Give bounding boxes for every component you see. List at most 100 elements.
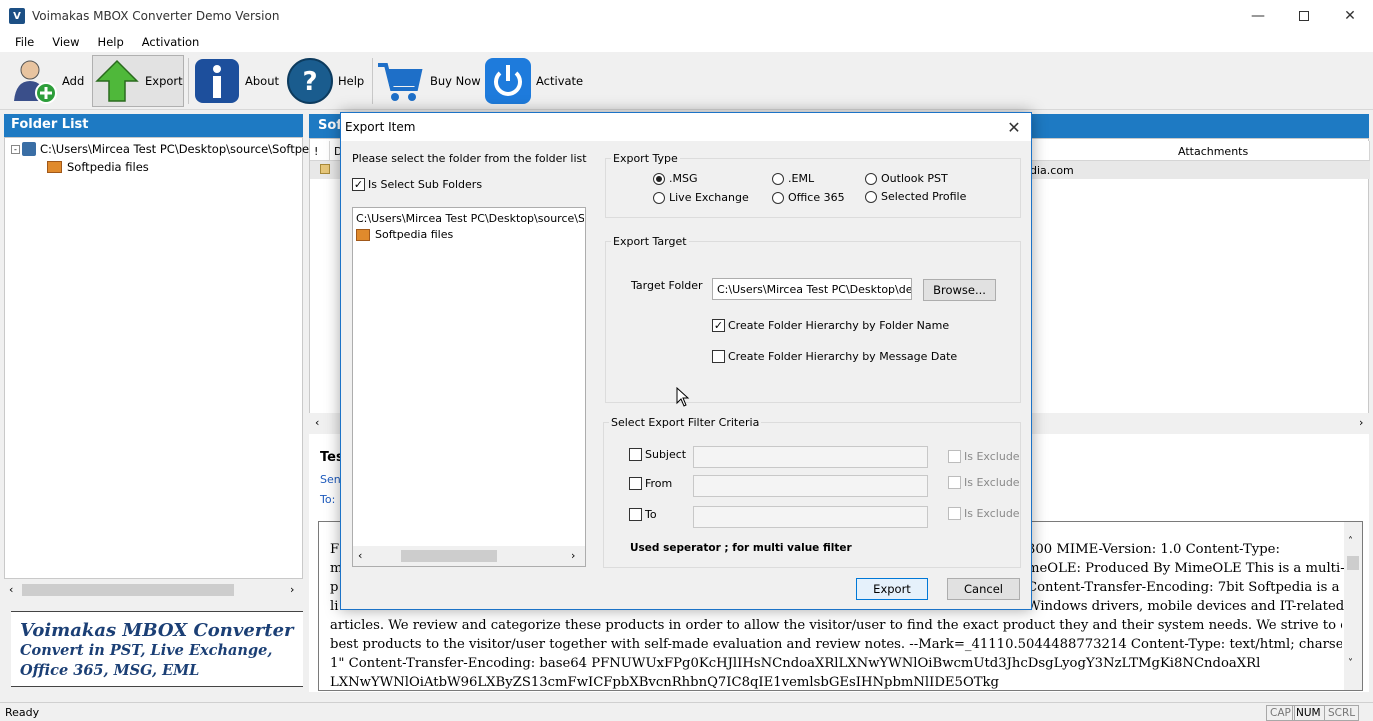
preview-to-label: To: — [320, 493, 336, 506]
activate-button[interactable]: Activate — [484, 55, 583, 107]
body-right-fragment: 300 MIME-Version: 1.0 Content-Type: — [1027, 542, 1280, 557]
filter-to-label: To — [645, 508, 657, 521]
scrl-indicator: SCRL — [1324, 705, 1360, 721]
buy-now-label: Buy Now — [430, 74, 481, 88]
info-icon — [193, 57, 241, 105]
radio-live-exchange[interactable]: Live Exchange — [653, 191, 749, 204]
scroll-left-icon[interactable]: ‹ — [9, 583, 13, 596]
help-label: Help — [338, 74, 365, 88]
from-exclude-checkbox[interactable]: Is Exclude — [948, 476, 1020, 489]
radio-eml-label: .EML — [788, 172, 815, 185]
radio-eml[interactable]: .EML — [772, 172, 814, 185]
menu-activation[interactable]: Activation — [133, 35, 209, 49]
scroll-down-icon[interactable]: ˅ — [1348, 658, 1353, 669]
tree-root-item[interactable]: - C:\Users\Mircea Test PC\Desktop\source… — [11, 142, 309, 156]
dialog-close-button[interactable]: ✕ — [997, 113, 1031, 141]
toolbar-separator — [372, 58, 373, 104]
filter-from-input[interactable] — [693, 475, 928, 497]
filter-label: Select Export Filter Criteria — [609, 416, 762, 429]
close-button[interactable]: ✕ — [1327, 0, 1373, 32]
about-button[interactable]: About — [193, 55, 279, 107]
radio-icon — [772, 191, 784, 204]
folder-icon — [356, 228, 370, 241]
brand-banner: Voimakas MBOX Converter Convert in PST, … — [11, 611, 303, 687]
body-line: best products to the visitor/user togeth… — [330, 637, 1342, 652]
folder-tree: - C:\Users\Mircea Test PC\Desktop\source… — [4, 137, 309, 579]
radio-msg[interactable]: .MSG — [653, 172, 698, 185]
minimize-button[interactable]: — — [1235, 0, 1281, 32]
status-bar: Ready CAP NUM SCRL — [0, 702, 1373, 721]
folder-icon — [47, 161, 62, 173]
body-right-fragment: Windows drivers, mobile devices and IT-r… — [1027, 599, 1345, 614]
dialog-tree-root[interactable]: C:\Users\Mircea Test PC\Desktop\source\S… — [356, 212, 584, 225]
col-attachments[interactable]: Attachments — [1174, 141, 1370, 161]
collapse-icon[interactable]: - — [11, 144, 20, 154]
browse-button[interactable]: Browse... — [923, 279, 996, 301]
filter-to-input[interactable] — [693, 506, 928, 528]
target-folder-input[interactable]: C:\Users\Mircea Test PC\Desktop\destin — [712, 278, 912, 300]
scroll-left-icon[interactable]: ‹ — [358, 549, 362, 562]
radio-icon — [865, 172, 877, 185]
subject-exclude-checkbox[interactable]: Is Exclude — [948, 450, 1020, 463]
computer-icon — [22, 142, 36, 156]
body-vertical-scrollbar[interactable]: ˄ ˅ — [1344, 522, 1362, 690]
scroll-thumb[interactable] — [1347, 556, 1359, 570]
help-button[interactable]: ? Help — [286, 55, 364, 107]
dialog-tree-child[interactable]: Softpedia files — [356, 228, 453, 241]
radio-365-label: Office 365 — [788, 191, 845, 204]
menu-file[interactable]: File — [6, 35, 43, 49]
checkbox-disabled-icon — [948, 450, 961, 463]
target-folder-label: Target Folder — [631, 279, 703, 292]
radio-msg-label: .MSG — [669, 172, 698, 185]
cap-indicator: CAP — [1266, 705, 1295, 721]
checkbox-unchecked-icon — [629, 448, 642, 461]
sub-folders-checkbox[interactable]: ✓ Is Select Sub Folders — [352, 178, 482, 191]
col-flag[interactable]: ! — [310, 141, 330, 161]
to-exclude-label: Is Exclude — [964, 507, 1020, 520]
export-target-label: Export Target — [611, 235, 689, 248]
filter-to-checkbox[interactable]: To — [629, 508, 657, 521]
checkbox-unchecked-icon — [629, 508, 642, 521]
question-icon: ? — [286, 57, 334, 105]
scroll-right-icon[interactable]: › — [1359, 416, 1363, 429]
folder-list-header: Folder List — [4, 114, 303, 137]
to-exclude-checkbox[interactable]: Is Exclude — [948, 507, 1020, 520]
body-right-fragment: meOLE: Produced By MimeOLE This is a mul… — [1027, 561, 1345, 576]
scroll-thumb[interactable] — [22, 584, 234, 596]
hierarchy-folder-checkbox[interactable]: ✓ Create Folder Hierarchy by Folder Name — [712, 319, 949, 332]
maximize-button[interactable] — [1281, 0, 1327, 32]
radio-selected-profile[interactable]: Selected Profile — [865, 190, 966, 203]
dialog-tree-hscroll[interactable]: ‹ › — [353, 546, 585, 566]
cancel-button[interactable]: Cancel — [947, 578, 1020, 600]
checkbox-checked-icon: ✓ — [712, 319, 725, 332]
scroll-right-icon[interactable]: › — [290, 583, 294, 596]
scroll-left-icon[interactable]: ‹ — [315, 416, 319, 429]
brand-line-2: Office 365, MSG, EML — [20, 662, 200, 679]
add-button[interactable]: Add — [10, 55, 84, 107]
activate-label: Activate — [536, 74, 584, 88]
body-text: articles. We review and categorize these… — [330, 616, 1342, 690]
hierarchy-date-checkbox[interactable]: Create Folder Hierarchy by Message Date — [712, 350, 957, 363]
filter-from-checkbox[interactable]: From — [629, 477, 672, 490]
about-label: About — [245, 74, 280, 88]
menu-view[interactable]: View — [43, 35, 88, 49]
menu-help[interactable]: Help — [89, 35, 133, 49]
export-button[interactable]: Export — [92, 55, 184, 107]
left-horizontal-scrollbar[interactable]: ‹ › — [4, 580, 303, 600]
export-dialog-button[interactable]: Export — [856, 578, 928, 600]
radio-selected-icon — [653, 172, 665, 185]
filter-subject-checkbox[interactable]: Subject — [629, 448, 686, 461]
radio-outlook-pst[interactable]: Outlook PST — [865, 172, 948, 185]
filter-subject-input[interactable] — [693, 446, 928, 468]
radio-icon — [653, 191, 665, 204]
buy-now-button[interactable]: Buy Now — [376, 55, 481, 107]
scroll-thumb[interactable] — [401, 550, 497, 562]
radio-icon — [865, 190, 877, 203]
scroll-up-icon[interactable]: ˄ — [1348, 536, 1353, 547]
tree-child-item[interactable]: Softpedia files — [47, 160, 149, 174]
radio-office-365[interactable]: Office 365 — [772, 191, 845, 204]
radio-live-label: Live Exchange — [669, 191, 749, 204]
scroll-right-icon[interactable]: › — [571, 549, 575, 562]
title-bar: V Voimakas MBOX Converter Demo Version —… — [0, 0, 1373, 32]
cart-icon — [376, 57, 424, 105]
